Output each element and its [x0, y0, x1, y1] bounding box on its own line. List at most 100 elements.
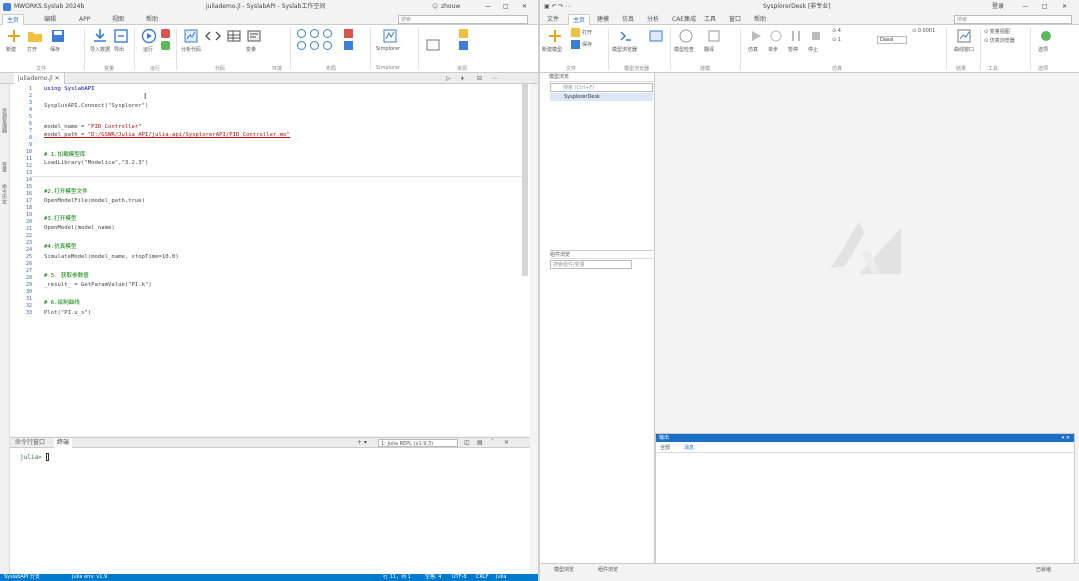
tab-app[interactable]: APP: [75, 14, 94, 25]
account-name[interactable]: zhouw: [441, 0, 460, 14]
output-tab-all[interactable]: 全部: [660, 444, 670, 451]
login-link[interactable]: 登录: [992, 0, 1004, 14]
chevron-up-icon[interactable]: ˆ: [491, 438, 494, 448]
minimize-button[interactable]: —: [1022, 0, 1028, 14]
open-icon[interactable]: [571, 28, 580, 37]
tab-terminal[interactable]: 终端: [54, 438, 73, 448]
tab-simulation[interactable]: 仿真: [618, 14, 638, 25]
translate-icon[interactable]: [706, 28, 722, 44]
status-env[interactable]: Julia env: v1.9: [72, 574, 107, 581]
layout-icon-4[interactable]: [297, 41, 306, 50]
model-browser-icon[interactable]: [618, 28, 634, 44]
debug-icon[interactable]: ⏵: [461, 73, 464, 84]
workspace-canvas[interactable]: [655, 73, 1079, 433]
layout-icon-5[interactable]: [310, 41, 319, 50]
simplorer-icon[interactable]: [382, 28, 398, 44]
run-file-icon[interactable]: ▷: [446, 73, 451, 84]
code-editor[interactable]: 1 2 3 4 5 6 7 8 9 10 11 12 13 14 15 16 17 18 19 20 21 22 23 24 2…: [10, 84, 530, 436]
code-icon[interactable]: [205, 28, 221, 44]
tab-help[interactable]: 帮助: [142, 14, 162, 25]
step-icon[interactable]: [768, 28, 784, 44]
step-icon[interactable]: [161, 41, 170, 50]
table-icon[interactable]: [226, 28, 242, 44]
maximize-button[interactable]: □: [1042, 0, 1048, 14]
editor-scrollbar[interactable]: [522, 84, 528, 276]
save-icon[interactable]: [571, 40, 580, 49]
tab-analysis[interactable]: 分析: [643, 14, 663, 25]
side-variables[interactable]: 变量: [1, 162, 8, 172]
layout-icon-1[interactable]: [297, 29, 306, 38]
sim-step[interactable]: ⊙ 1: [832, 37, 841, 43]
side-explorer[interactable]: 资源管理器: [1, 108, 8, 133]
save-label[interactable]: 保存: [582, 41, 592, 48]
tab-file[interactable]: 文件: [543, 14, 563, 25]
model-search-input[interactable]: 搜索 (Ctrl+F): [550, 83, 653, 92]
tab-cae[interactable]: CAE集成: [668, 14, 700, 25]
options-icon[interactable]: [1038, 28, 1054, 44]
side-history[interactable]: 命令历史: [1, 184, 8, 204]
status-tab-model-browser[interactable]: 模型浏览: [554, 566, 574, 573]
terminal-selector[interactable]: 1: Julia REPL (v1.9.3): [378, 439, 458, 447]
tab-help[interactable]: 帮助: [750, 14, 770, 25]
quick-access-icons[interactable]: ▣ ↶ ↷ ⋯: [544, 0, 571, 14]
minimize-button[interactable]: —: [485, 0, 491, 14]
close-button[interactable]: ✕: [522, 0, 527, 14]
resource-icon-2[interactable]: [459, 41, 468, 50]
search-input[interactable]: 搜索: [398, 15, 528, 24]
status-indent[interactable]: 空格: 4: [425, 574, 441, 581]
favorite-icon[interactable]: [344, 29, 353, 38]
terminal[interactable]: julia>: [10, 448, 530, 574]
export-icon[interactable]: [113, 28, 129, 44]
output-tab-messages[interactable]: 消息: [684, 444, 694, 451]
import-icon[interactable]: [92, 28, 108, 44]
check-model-icon[interactable]: [678, 28, 694, 44]
layout-icon-6[interactable]: [323, 41, 332, 50]
tab-modeling[interactable]: 建模: [593, 14, 613, 25]
tab-tools[interactable]: 工具: [700, 14, 720, 25]
search-input[interactable]: 搜索: [954, 15, 1072, 24]
trash-icon[interactable]: ▤: [477, 438, 483, 448]
panel-icon[interactable]: [344, 41, 353, 50]
component-search-input[interactable]: 搜索组件/变量: [550, 260, 632, 269]
resource-icon-1[interactable]: [459, 29, 468, 38]
status-tab-component-browser[interactable]: 组件浏览: [598, 566, 618, 573]
tab-juliademo[interactable]: juliademo.jl ✕: [14, 73, 65, 84]
run-icon[interactable]: [141, 28, 157, 44]
split-editor-icon[interactable]: ⊟: [477, 73, 482, 84]
stop-icon[interactable]: [161, 29, 170, 38]
modeling-icon[interactable]: [648, 28, 664, 44]
open-label[interactable]: 打开: [582, 29, 592, 36]
tree-item-sysplorerdesk[interactable]: SysplorerDesk: [550, 93, 653, 101]
plot-window-icon[interactable]: [956, 28, 972, 44]
status-language[interactable]: Julia: [496, 574, 507, 581]
status-branch[interactable]: SyslabAPI 分支: [4, 574, 40, 581]
variable-icon[interactable]: [246, 28, 262, 44]
tab-home[interactable]: 主页: [568, 14, 591, 25]
pause-icon[interactable]: [788, 28, 804, 44]
open-icon[interactable]: [27, 28, 43, 44]
tab-view[interactable]: 视图: [108, 14, 128, 25]
sim-stop-time[interactable]: ⊙ 4: [832, 28, 841, 34]
new-model-icon[interactable]: [547, 28, 563, 44]
sim-tolerance[interactable]: ⊙ 0.0001: [912, 28, 935, 34]
algorithm-select[interactable]: Dassl: [877, 36, 907, 44]
split-terminal-icon[interactable]: ◫: [464, 438, 470, 448]
maximize-button[interactable]: □: [503, 0, 509, 14]
tab-home[interactable]: 主页: [2, 14, 25, 25]
variable-view[interactable]: ⊙ 变量视图: [984, 28, 1010, 35]
layout-icon-3[interactable]: [323, 29, 332, 38]
add-terminal-icon[interactable]: + ▾: [357, 438, 367, 448]
new-icon[interactable]: [6, 28, 22, 44]
close-button[interactable]: ✕: [1062, 0, 1067, 14]
more-icon[interactable]: ⋯: [492, 73, 498, 84]
status-position[interactable]: 行 11，列 1: [383, 574, 411, 581]
user-icon[interactable]: ☺: [432, 0, 438, 14]
tab-window[interactable]: 窗口: [725, 14, 745, 25]
status-eol[interactable]: CRLF: [476, 574, 489, 581]
status-encoding[interactable]: UTF-8: [452, 574, 467, 581]
layout-button-icon[interactable]: [425, 37, 441, 53]
sim-browser[interactable]: ⊙ 仿真浏览器: [984, 37, 1015, 44]
simulate-icon[interactable]: [748, 28, 764, 44]
save-icon[interactable]: [50, 28, 66, 44]
tab-edit[interactable]: 编辑: [40, 14, 60, 25]
